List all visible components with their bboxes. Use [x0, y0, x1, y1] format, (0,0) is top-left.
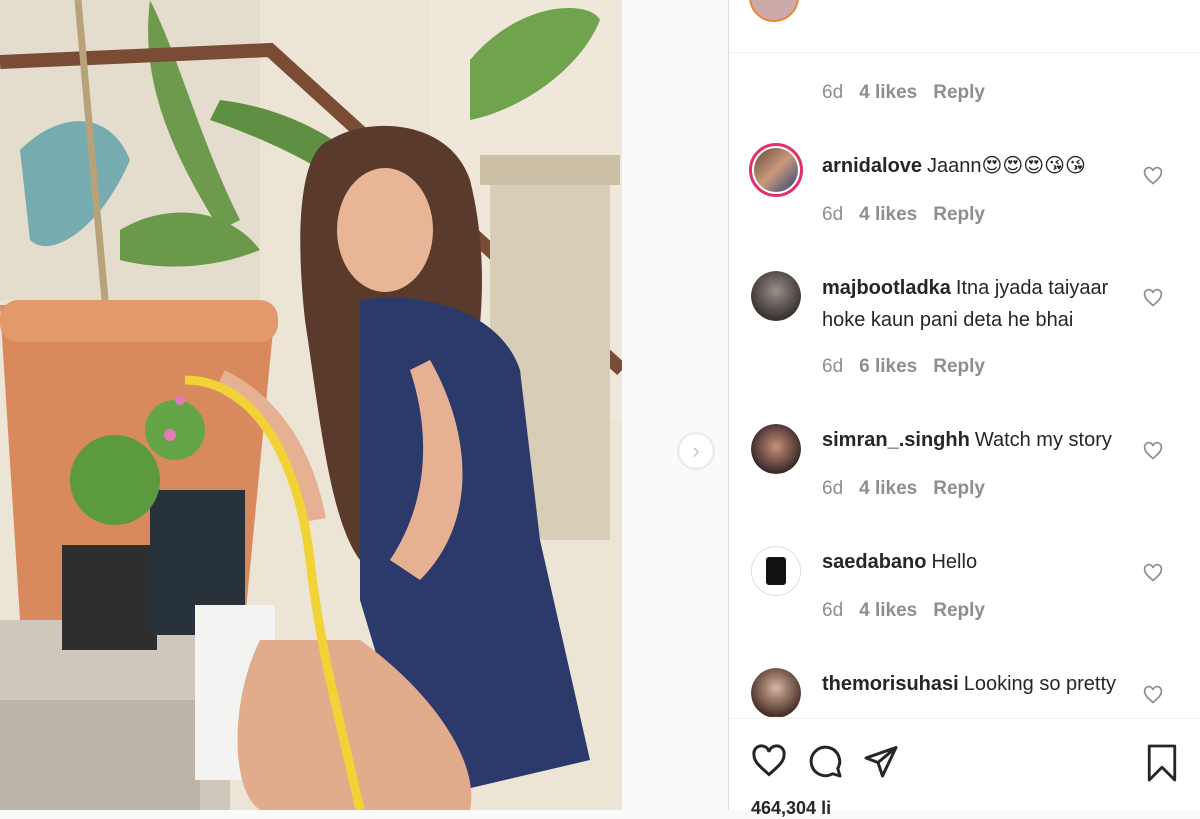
comment-username[interactable]: simran_.singhh [822, 429, 970, 451]
post-header [729, 0, 1200, 53]
reply-button[interactable]: Reply [933, 356, 985, 378]
comment-body: themorisuhasi Looking so pretty [822, 668, 1132, 700]
comment-likes[interactable]: 4 likes [859, 478, 917, 500]
comment-username[interactable]: saedabano [822, 551, 926, 573]
like-heart-icon[interactable] [1143, 166, 1163, 186]
comment-icon[interactable] [807, 743, 843, 779]
comment-age: 6d [822, 478, 844, 499]
reply-button[interactable]: Reply [933, 204, 985, 226]
avatar[interactable] [751, 668, 801, 717]
chevron-right-icon: › [692, 438, 700, 463]
reply-button[interactable]: Reply [933, 478, 985, 500]
comment-text: Hello [931, 551, 978, 573]
comment-likes[interactable]: 4 likes [859, 204, 917, 226]
like-heart-icon[interactable] [1143, 685, 1163, 705]
comment-likes[interactable]: 4 likes [859, 600, 917, 622]
comment-meta: 6d 4 likes Reply [822, 600, 985, 622]
reply-button[interactable]: Reply [933, 82, 985, 104]
share-icon[interactable] [863, 743, 899, 779]
next-photo-button[interactable]: › [679, 434, 713, 468]
comment-meta: 6d 4 likes Reply [822, 204, 985, 226]
comment-meta: 6d 6 likes Reply [822, 356, 985, 378]
comment-username[interactable]: majbootladka [822, 277, 951, 299]
comment-meta: 6d 4 likes Reply [822, 478, 985, 500]
comment-body: saedabano Hello [822, 546, 1132, 578]
like-heart-icon[interactable] [1143, 563, 1163, 583]
comment-text-partial: °°°° [822, 53, 854, 62]
comment-username[interactable]: themorisuhasi [822, 673, 959, 695]
comment-text: Jaann😍😍😍😘😘 [927, 155, 1086, 177]
comment-text: Watch my story [974, 429, 1112, 451]
post-image [0, 0, 622, 810]
post-likes-count[interactable]: 464,304 li [751, 798, 831, 819]
comment-body: majbootladka Itna jyada taiyaar hoke kaun… [822, 272, 1132, 336]
comment-meta: 6d 4 likes Reply [822, 82, 985, 104]
avatar[interactable] [751, 424, 801, 474]
like-heart-icon[interactable] [1143, 288, 1163, 308]
avatar[interactable] [751, 546, 801, 596]
comment-body: arnidalove Jaann😍😍😍😘😘 [822, 150, 1132, 182]
like-heart-icon[interactable] [1143, 441, 1163, 461]
avatar[interactable] [751, 271, 801, 321]
like-icon[interactable] [751, 743, 787, 779]
bookmark-icon[interactable] [1145, 743, 1179, 783]
comment-likes[interactable]: 4 likes [859, 82, 917, 104]
comment-text: Looking so pretty [963, 673, 1117, 695]
comment-list[interactable]: °°°° 6d 4 likes Reply arnidaloveJaann😍😍😍… [729, 53, 1200, 717]
post-author-avatar[interactable] [749, 0, 799, 22]
comment-username[interactable]: arnidalove [822, 155, 922, 177]
comments-panel: °°°° 6d 4 likes Reply arnidaloveJaann😍😍😍… [728, 0, 1200, 818]
reply-button[interactable]: Reply [933, 600, 985, 622]
comment-age: 6d [822, 82, 844, 103]
avatar[interactable] [749, 143, 803, 197]
post-photo [0, 0, 622, 810]
photo-gutter [622, 0, 729, 810]
comment-age: 6d [822, 600, 844, 621]
comment-age: 6d [822, 204, 844, 225]
comment-likes[interactable]: 6 likes [859, 356, 917, 378]
comment-body: simran_.singhh Watch my story [822, 424, 1132, 456]
comment-age: 6d [822, 356, 844, 377]
